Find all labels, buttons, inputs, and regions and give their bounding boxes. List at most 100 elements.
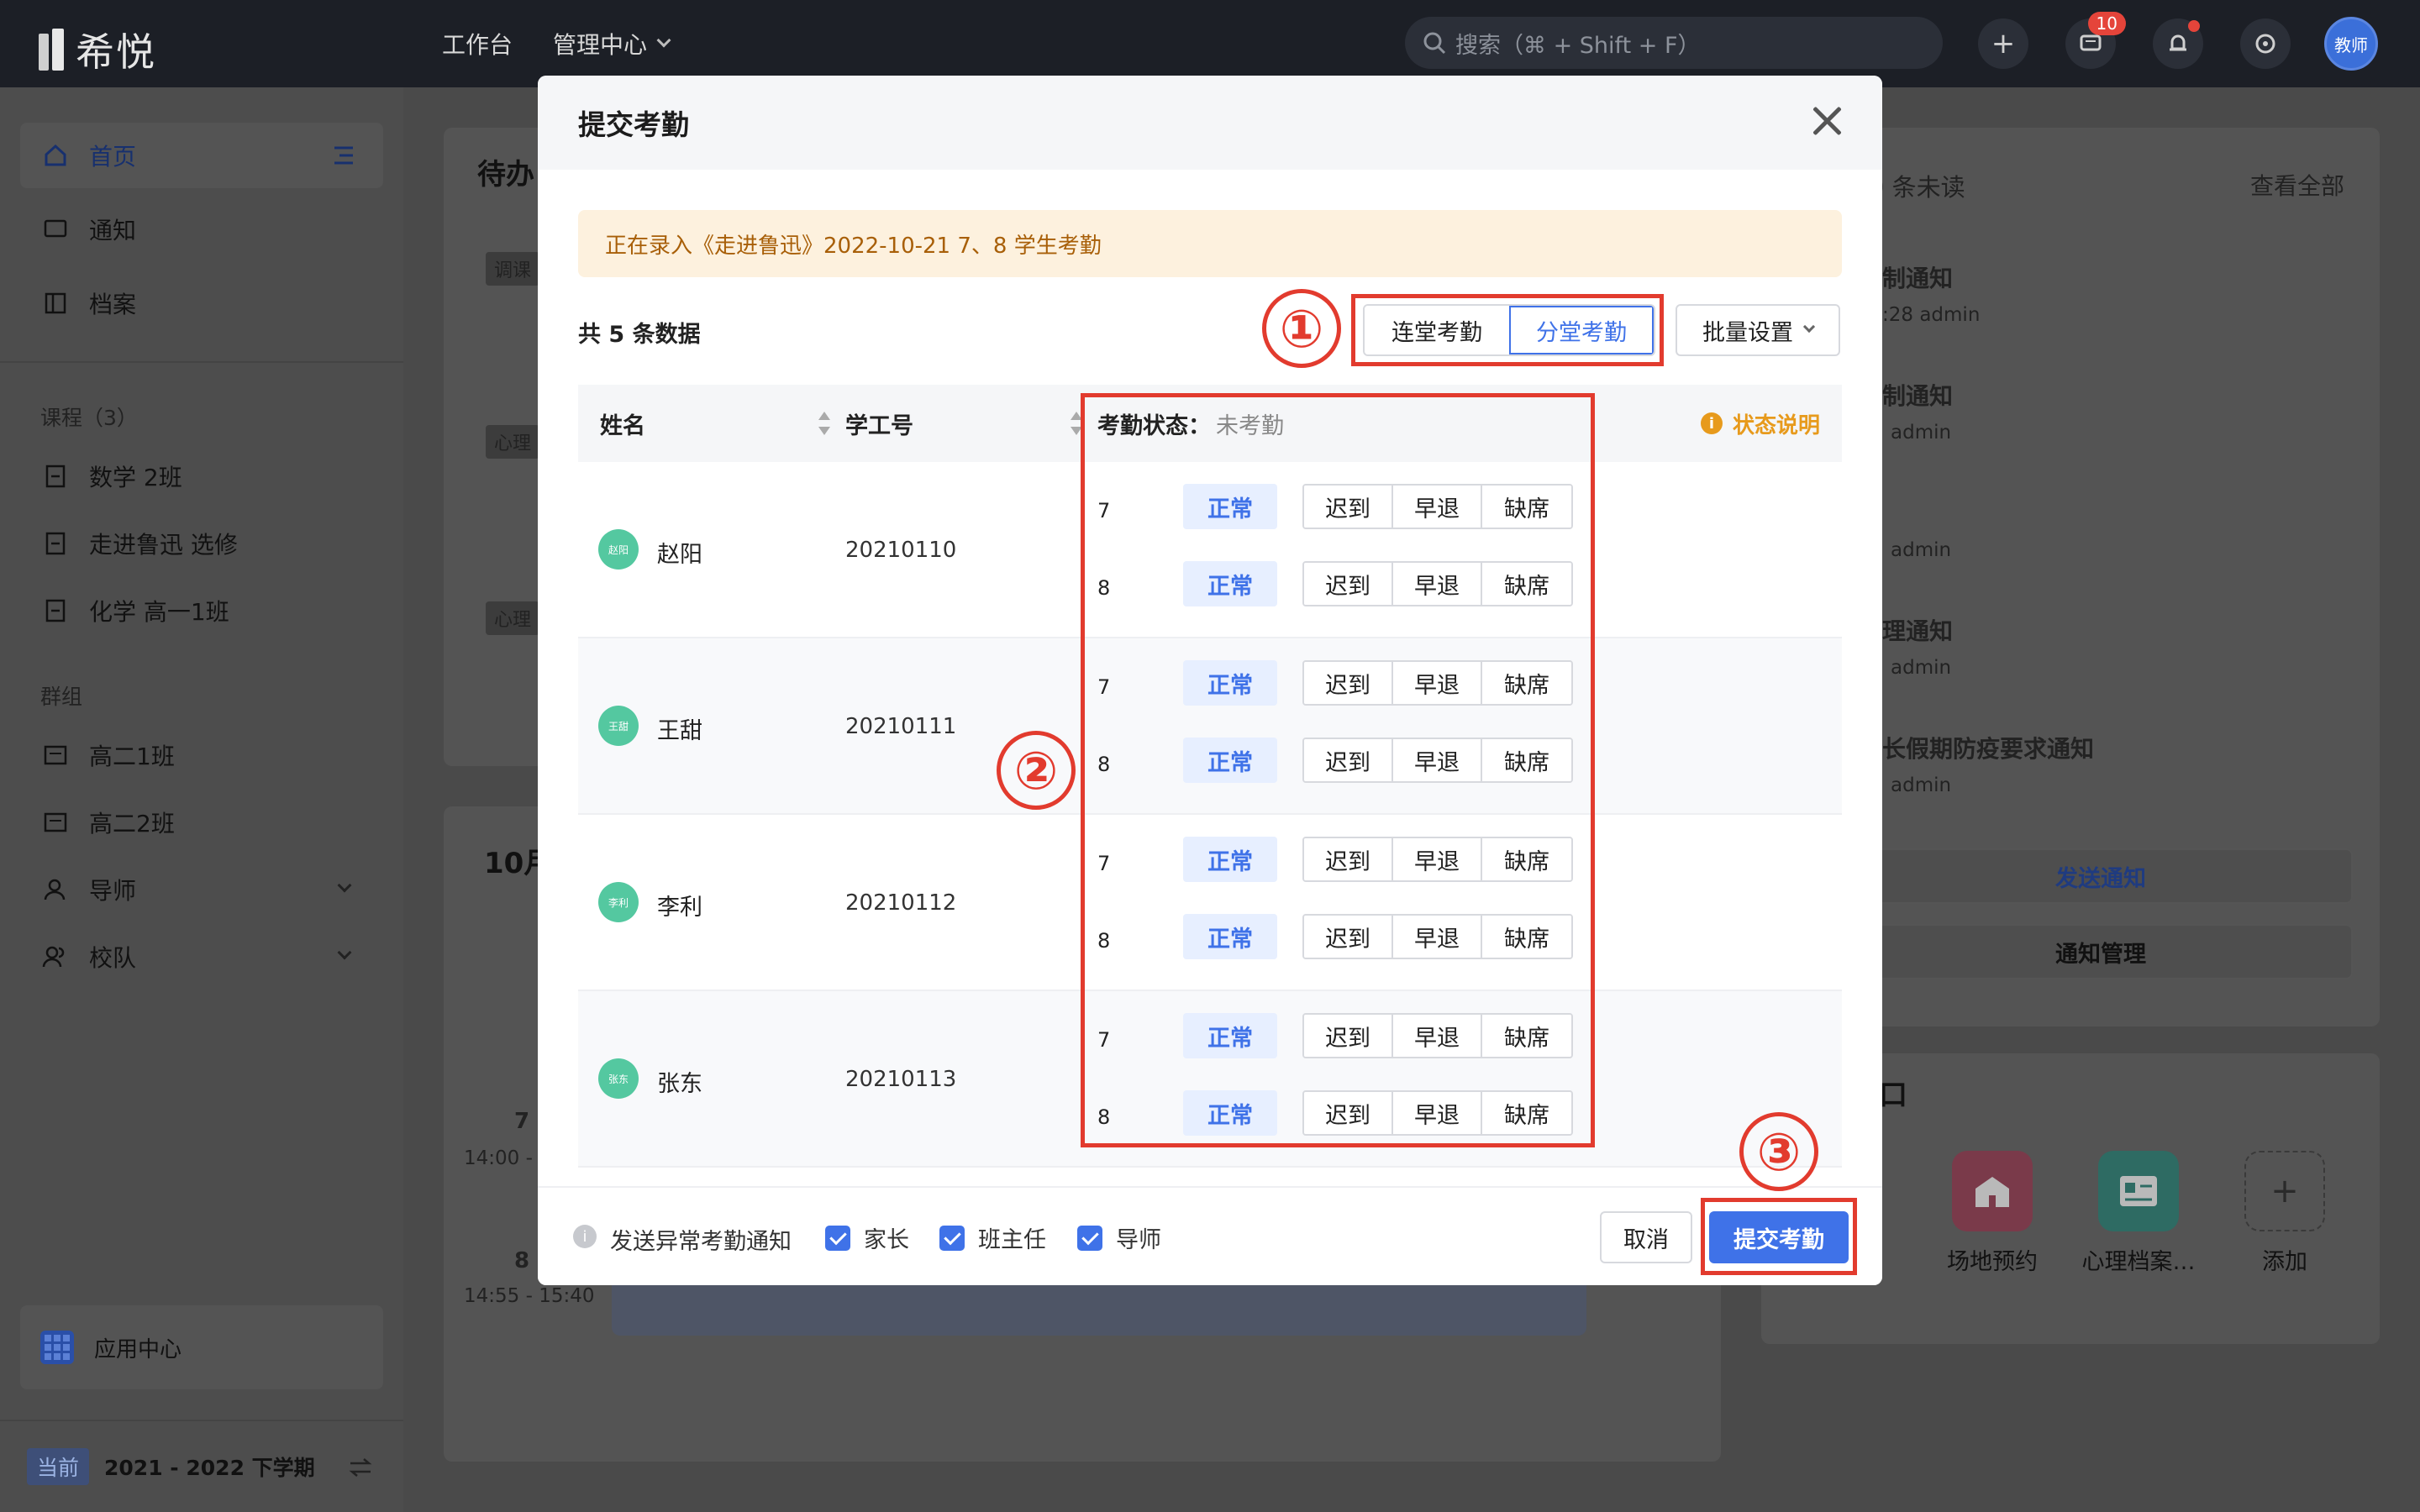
checkbox-checked-icon [825,1225,850,1251]
checkbox-checked-icon [1077,1225,1102,1251]
book-icon [40,596,71,626]
sidebar-item-archive[interactable]: 档案 [20,270,383,336]
schedule-time: 14:00 - [464,1147,533,1169]
nav-workbench[interactable]: 工作台 [442,27,513,60]
checkbox-label: 导师 [1116,1227,1161,1253]
app-logo[interactable]: 希悦 [39,22,156,77]
sidebar-item-course[interactable]: 走进鲁迅 选修 [20,511,383,576]
unread-count: 0 条未读 [1869,173,1965,202]
semester-label: 2021 - 2022 下学期 [104,1456,315,1480]
sidebar-item-course[interactable]: 化学 高一1班 [20,578,383,643]
notice-item[interactable]: 制通知 [1882,260,1953,294]
chat-icon [40,214,71,244]
notice-item[interactable]: 理通知 [1882,613,1953,647]
lesson-row: 7 正常 迟到 早退 缺席 [578,1011,1573,1062]
nav-workbench-label: 工作台 [442,31,513,59]
sidebar-item-team[interactable]: 校队 [20,924,383,990]
column-name[interactable]: 姓名 [600,385,645,462]
notification-dot [2188,20,2200,32]
app-label: 场地预约 [1947,1249,2038,1275]
apps-grid-icon [40,1331,74,1364]
sidebar-divider [0,361,403,363]
app-venue-booking[interactable]: 场地预约 [1921,1151,2064,1276]
sort-icon[interactable] [818,412,830,435]
send-notice-button[interactable]: 发送通知 [1849,848,2353,904]
info-icon: i [1700,412,1723,434]
sidebar-item-group[interactable]: 高二1班 [20,722,383,788]
archive-icon [40,288,71,318]
notifications-button[interactable] [2153,18,2203,69]
messages-button[interactable]: 10 [2065,12,2126,69]
plus-icon: + [2244,1151,2325,1231]
notice-item[interactable]: 制通知 [1882,378,1953,412]
annotation-box-submit [1701,1198,1857,1275]
checkbox-head-teacher[interactable]: 班主任 [939,1221,1046,1254]
view-all-link[interactable]: 查看全部 [2250,168,2344,202]
chevron-down-icon [1802,320,1816,333]
add-button[interactable]: + [1978,18,2028,69]
lesson-row: 8 正常 迟到 早退 缺席 [578,1089,1573,1139]
collapse-menu-icon[interactable] [331,144,355,166]
sidebar-item-notice[interactable]: 通知 [20,197,383,262]
search-input[interactable]: 搜索（⌘ + Shift + F） [1405,17,1943,69]
recording-notice: 正在录入《走进鲁迅》2022-10-21 7、8 学生考勤 [578,210,1842,277]
lesson-row: 7 正常 迟到 早退 缺席 [578,482,1573,533]
nav-admin-center[interactable]: 管理中心 [553,27,671,60]
annotation-box-mode [1351,294,1664,366]
notice-meta: admin [1891,422,1952,444]
user-avatar[interactable]: 教师 [2324,17,2378,71]
close-icon[interactable] [1808,102,1845,139]
checkbox-mentor[interactable]: 导师 [1077,1221,1161,1254]
sidebar-item-group[interactable]: 高二2班 [20,790,383,855]
sidebar-item-label: 导师 [89,877,137,905]
dialog-header: 提交考勤 [538,76,1882,170]
chevron-down-icon [656,33,671,48]
lesson-row: 7 正常 迟到 早退 缺席 [578,835,1573,885]
app-psych-archive[interactable]: 心理档案… [2067,1151,2210,1276]
sidebar-item-label: 通知 [89,217,137,244]
cancel-button[interactable]: 取消 [1600,1211,1692,1263]
search-placeholder: 搜索（⌘ + Shift + F） [1455,32,1701,59]
annotation-number: ② [997,731,1076,810]
batch-settings-dropdown[interactable]: 批量设置 [1676,304,1840,356]
help-button[interactable] [2240,18,2291,69]
brand-name: 希悦 [76,29,156,75]
checkbox-parent[interactable]: 家长 [825,1221,909,1254]
sidebar-item-label: 数学 2班 [89,464,182,491]
annotation-box-status [1081,393,1595,1147]
sidebar-item-course[interactable]: 数学 2班 [20,444,383,509]
sidebar-item-label: 校队 [89,944,137,972]
class-icon [40,807,71,837]
message-count-badge: 10 [2087,12,2126,35]
tag-xinli: 心理 [486,601,540,635]
column-id[interactable]: 学工号 [845,385,913,462]
app-center-button[interactable]: 应用中心 [20,1305,383,1389]
courses-group-title: 课程（3） [40,406,138,430]
top-nav: 工作台 管理中心 [442,0,671,87]
notice-meta: admin [1891,539,1952,561]
sidebar-item-label: 高二2班 [89,810,175,837]
quick-entry-title: 口 [1879,1079,1907,1112]
chevron-down-icon [337,878,352,893]
checkbox-checked-icon [939,1225,965,1251]
sidebar-item-label: 走进鲁迅 选修 [89,531,238,559]
notice-meta: admin [1891,657,1952,679]
app-add[interactable]: + 添加 [2213,1151,2356,1276]
dialog-title: 提交考勤 [578,108,689,141]
swap-icon[interactable] [348,1457,373,1478]
notice-item[interactable]: 长假期防疫要求通知 [1882,731,2094,764]
compass-icon [2255,34,2275,54]
users-icon [40,942,71,972]
book-icon [40,461,71,491]
status-legend-link[interactable]: i 状态说明 [1700,385,1820,462]
info-icon: i [573,1225,597,1248]
schedule-period: 7 [514,1109,530,1134]
sidebar-item-mentor[interactable]: 导师 [20,857,383,922]
notice-manage-button[interactable]: 通知管理 [1849,924,2353,979]
nav-admin-center-label: 管理中心 [553,31,648,59]
lesson-row: 7 正常 迟到 早退 缺席 [578,659,1573,709]
sidebar-item-home[interactable]: 首页 [20,123,383,188]
sidebar-item-label: 首页 [89,143,137,171]
semester-switcher[interactable]: 当前 2021 - 2022 下学期 [0,1420,403,1512]
annotation-number: ① [1262,289,1341,368]
